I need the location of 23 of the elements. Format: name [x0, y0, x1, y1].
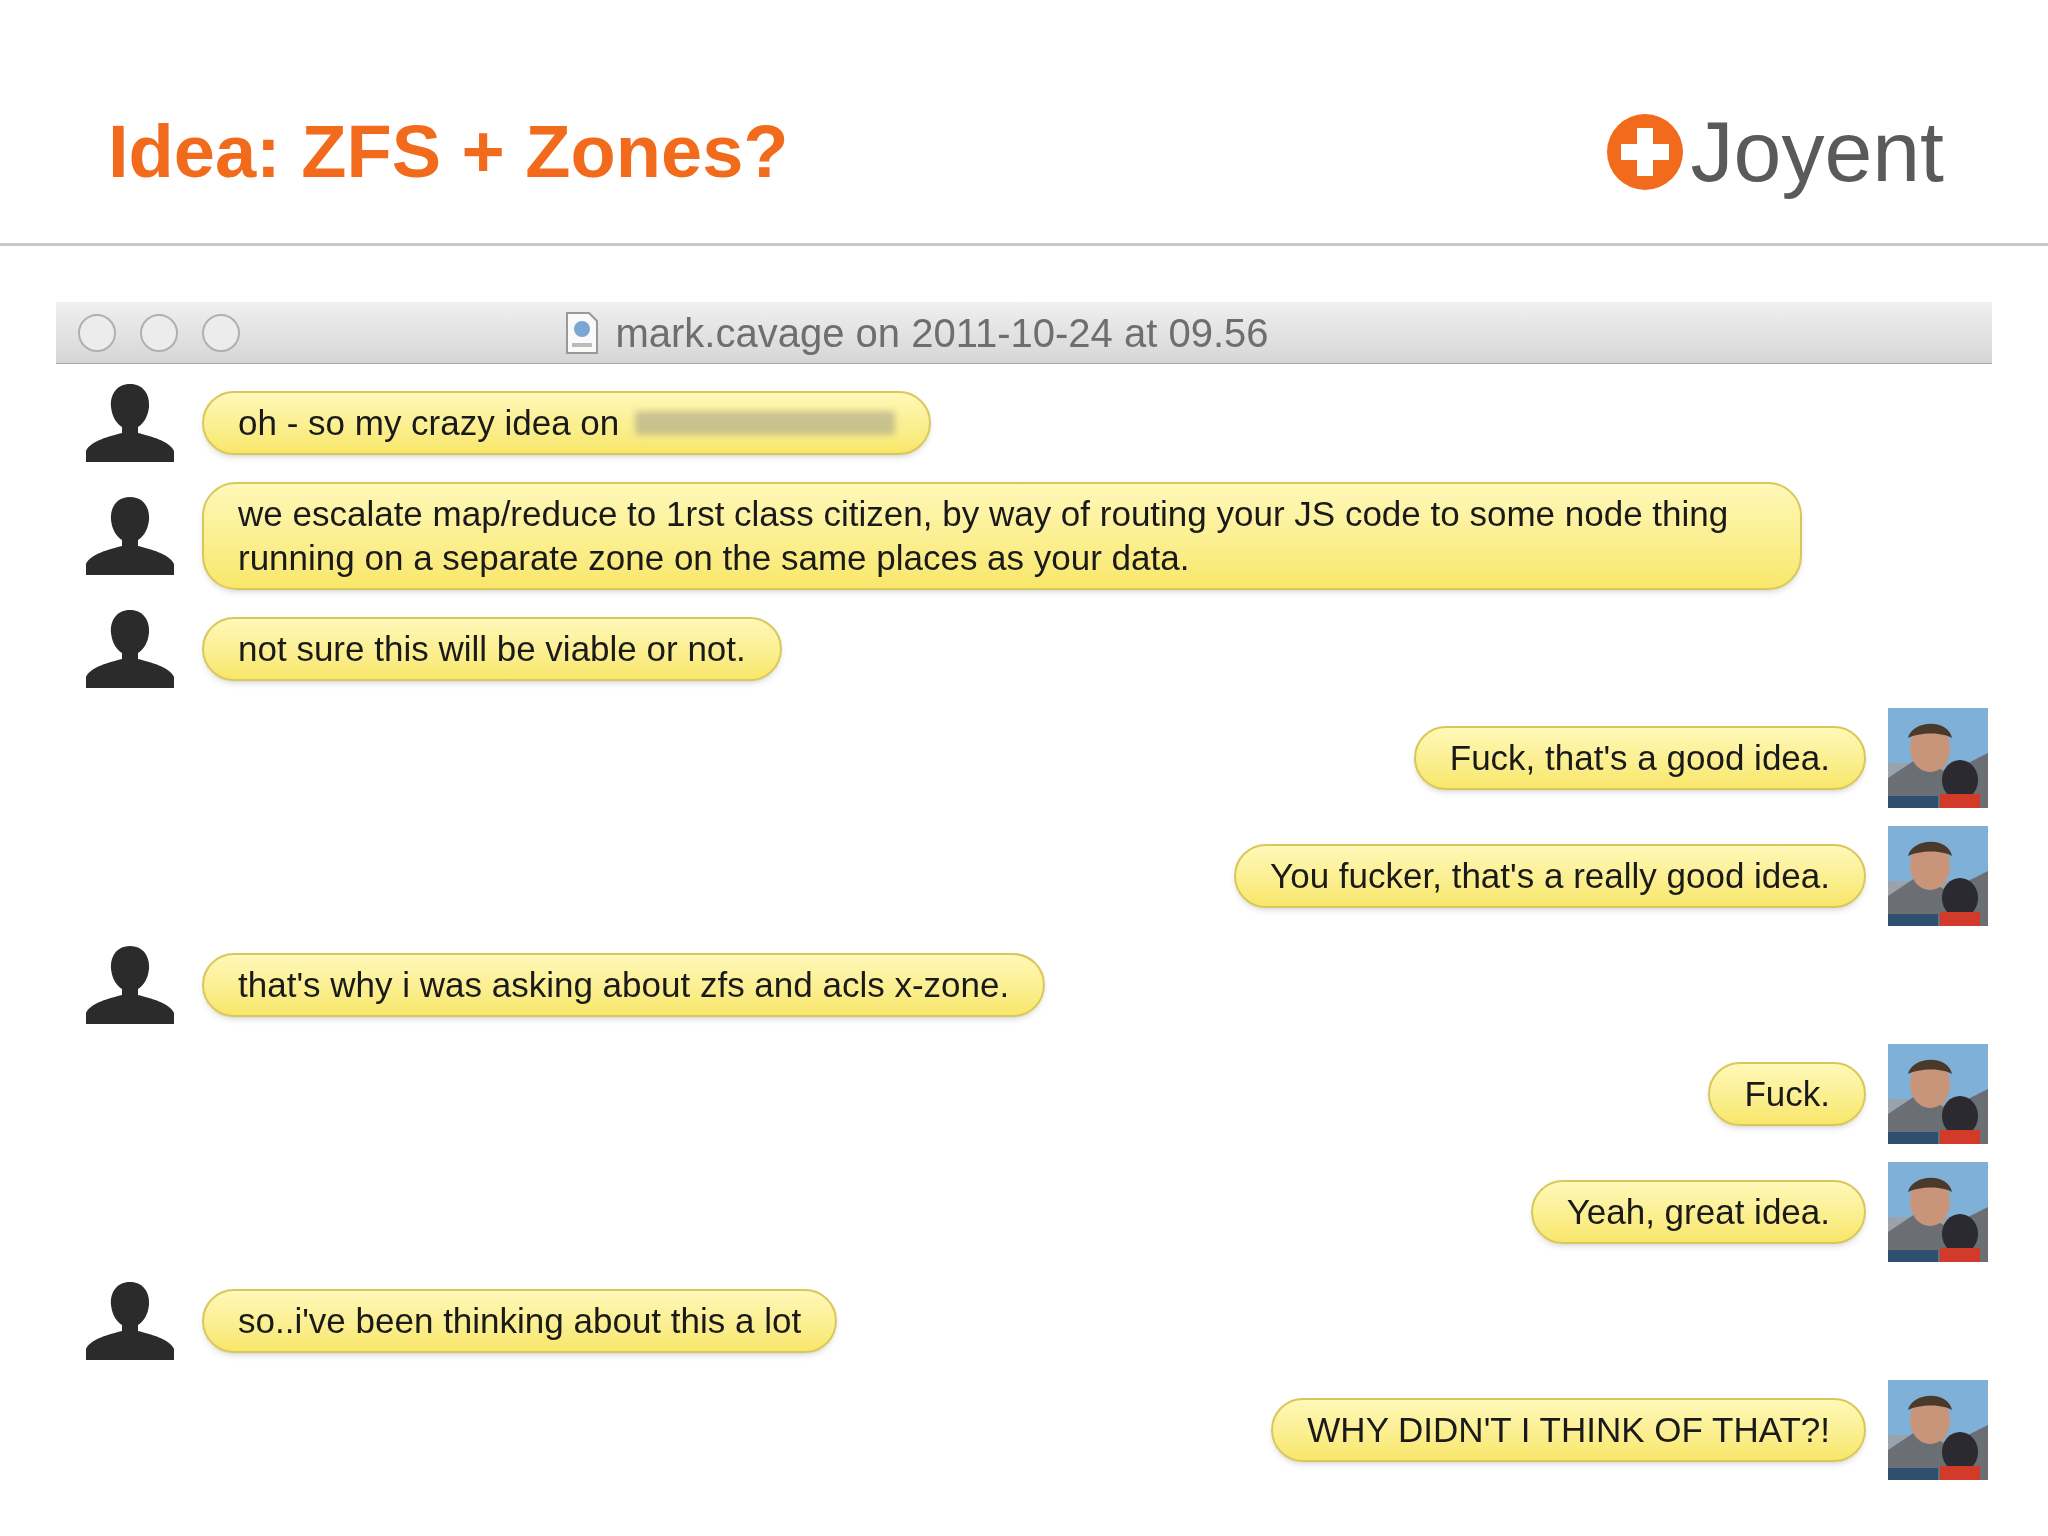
message-text: Yeah, great idea. — [1566, 1191, 1830, 1233]
window-control-icon[interactable] — [202, 313, 240, 352]
message-text: oh - so my crazy idea on — [238, 402, 620, 444]
message-text: Fuck, that's a good idea. — [1449, 737, 1830, 779]
window-control-icon[interactable] — [78, 313, 116, 352]
person-icon — [84, 1280, 176, 1362]
message-text: that's why i was asking about zfs and acls x-zone. — [238, 964, 1010, 1006]
window-title: mark.cavage on 2011-10-24 at 09.56 — [615, 309, 1269, 357]
slide-title: Idea: ZFS + Zones? — [108, 109, 789, 195]
message-text: You fucker, that's a really good idea. — [1270, 855, 1830, 897]
logo-icon — [1604, 111, 1685, 192]
person-icon — [84, 495, 176, 577]
message-text: WHY DIDN'T I THINK OF THAT?! — [1307, 1409, 1830, 1451]
message-text: so..i've been thinking about this a lot — [238, 1300, 802, 1342]
message-text: not sure this will be viable or not. — [238, 628, 746, 670]
person-icon — [84, 608, 176, 690]
document-icon — [565, 310, 600, 355]
window-control-icon[interactable] — [140, 313, 178, 352]
logo-text: Joyent — [1690, 101, 1944, 201]
message-text: Fuck. — [1744, 1073, 1830, 1115]
person-icon — [84, 944, 176, 1026]
person-icon — [84, 382, 176, 464]
message-text: we escalate map/reduce to 1rst class citizen, by way of routing your JS code to some node thing running on a separate zone on the same places as your data. — [238, 493, 1730, 579]
